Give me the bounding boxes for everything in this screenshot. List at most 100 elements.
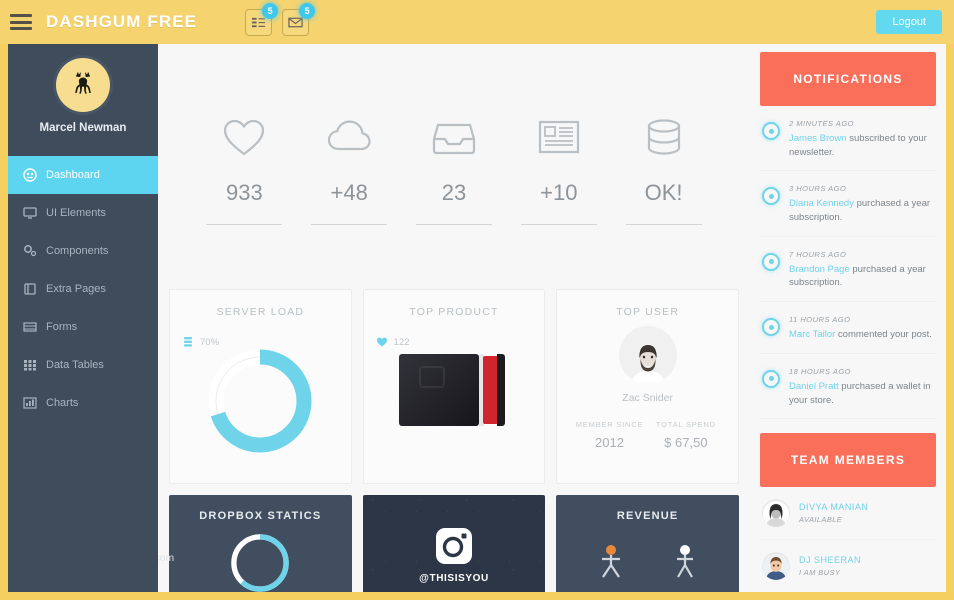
sidebar-item-ui-elements[interactable]: UI Elements [8, 194, 158, 232]
sidebar-item-extra-pages[interactable]: Extra Pages [8, 270, 158, 308]
notification-item[interactable]: 18 HOURS AGO Daniel Pratt purchased a wa… [760, 354, 936, 420]
mail-button[interactable]: 5 [282, 2, 316, 36]
stat-divider [311, 224, 388, 225]
stat-divider [206, 224, 283, 225]
member-since: MEMBER SINCE 2012 [571, 420, 647, 450]
avatar [762, 499, 790, 528]
panels-row: SERVER LOAD 70% TOP PRODUCT 122 TOP USER… [158, 289, 750, 484]
sidebar-item-dashboard[interactable]: Dashboard [8, 156, 158, 194]
product-image [399, 354, 509, 426]
monitor-icon [22, 206, 37, 221]
notification-author[interactable]: Brandon Page [789, 264, 850, 275]
wallet-embossing [419, 366, 445, 388]
top-product-likes: 122 [393, 336, 410, 348]
sidebar-item-forms[interactable]: Forms [8, 308, 158, 346]
main-content: www.heritagechristiancollege.com 933 +48 [158, 44, 750, 592]
sidebar-nav: Dashboard UI Elements Components Extra P… [8, 156, 158, 422]
revenue-illustration [556, 544, 739, 578]
stat-divider [415, 224, 492, 225]
sidebar-item-label: UI Elements [46, 207, 106, 219]
dropbox-donut [231, 534, 290, 592]
gears-icon [22, 244, 37, 259]
notification-time: 2 MINUTES AGO [789, 119, 854, 128]
team-member-name: DJ SHEERAN [799, 555, 862, 566]
notification-item[interactable]: 11 HOURS AGO Marc Tailor commented your … [760, 302, 936, 354]
app-frame: DASHGUM FREE 5 5 Logout Marcel Newman Da… [0, 0, 954, 600]
notification-author[interactable]: Marc Tailor [789, 329, 835, 340]
brand-title: DASHGUM FREE [46, 12, 198, 31]
notification-body: commented your post. [835, 329, 932, 341]
team-members-header: TEAM MEMBERS [760, 433, 936, 488]
instagram-handle: @THISISYOU [419, 573, 489, 584]
team-member-info: DJ SHEERAN I AM BUSY [799, 555, 861, 577]
team-member-item[interactable]: DJ SHEERAN I AM BUSY [760, 540, 936, 592]
top-user-avatar [618, 326, 677, 384]
panel-title: REVENUE [616, 510, 679, 522]
top-product-meta: 122 [364, 318, 545, 348]
hamburger-icon[interactable] [10, 14, 32, 30]
stat-value: 933 [226, 180, 263, 205]
server-load-donut [170, 342, 351, 460]
newspaper-icon [509, 108, 609, 166]
team-member-item[interactable]: DIVYA MANIAN AVAILABLE [760, 487, 936, 541]
sidebar-item-components[interactable]: Components [8, 232, 158, 270]
sidebar-item-charts[interactable]: Charts [8, 384, 158, 422]
tasks-button[interactable]: 5 [245, 2, 279, 36]
notification-author[interactable]: Diana Kennedy [789, 198, 854, 209]
sidebar-item-data-tables[interactable]: Data Tables [8, 346, 158, 384]
forms-icon [22, 320, 37, 335]
user-photo [624, 338, 671, 384]
notification-bullet-icon [762, 318, 780, 337]
stat-cloud: +48 [299, 108, 399, 225]
grid-icon [22, 358, 37, 373]
total-spend: TOTAL SPEND $ 67,50 [648, 420, 724, 450]
notification-item[interactable]: 2 MINUTES AGO James Brown subscribed to … [760, 106, 936, 172]
top-user-name: Zac Snider [622, 392, 674, 404]
notification-time: 18 HOURS AGO [789, 366, 851, 376]
notification-bullet-icon [762, 369, 780, 388]
total-spend-value: $ 67,50 [664, 435, 708, 450]
notification-author[interactable]: James Brown [789, 133, 847, 144]
stat-value: +10 [540, 180, 578, 205]
notification-time: 3 HOURS AGO [789, 184, 847, 194]
dropbox-statics-panel: DROPBOX STATICS [169, 495, 352, 592]
chart-icon [22, 396, 37, 411]
notification-author[interactable]: Daniel Pratt [789, 381, 839, 392]
notification-text: 2 MINUTES AGO James Brown subscribed to … [789, 119, 934, 159]
team-member-name: DIVYA MANIAN [799, 502, 869, 513]
heart-icon [194, 108, 294, 166]
panels-row-bottom: DROPBOX STATICS @THISISYOU REVENUE [158, 484, 750, 592]
notification-item[interactable]: 3 HOURS AGO Diana Kennedy purchased a ye… [760, 171, 936, 237]
sidebar-item-label: Charts [46, 397, 79, 409]
panel-title: SERVER LOAD [216, 306, 305, 318]
database-icon [614, 108, 714, 166]
stat-divider [520, 224, 597, 225]
server-load-panel: SERVER LOAD 70% [169, 289, 352, 484]
wallet-body [399, 354, 479, 426]
stat-database: OK! [614, 108, 714, 225]
notification-text: 3 HOURS AGO Diana Kennedy purchased a ye… [789, 184, 934, 224]
sidebar-item-label: Components [46, 245, 109, 257]
notification-bullet-icon [762, 187, 780, 206]
sidebar-item-label: Dashboard [46, 169, 100, 181]
notification-item[interactable]: 7 HOURS AGO Brandon Page purchased a yea… [760, 237, 936, 303]
sidebar: Marcel Newman Dashboard UI Elements Comp… [8, 44, 158, 592]
panel-title: TOP PRODUCT [409, 306, 499, 318]
topbar-icons: 5 5 [245, 2, 316, 36]
logout-button[interactable]: Logout [876, 10, 942, 34]
wallet-red-stripe [483, 356, 498, 424]
wallet-right-panel [497, 354, 505, 426]
notification-bullet-icon [762, 252, 780, 271]
right-sidebar: NOTIFICATIONS 2 MINUTES AGO James Brown … [750, 44, 946, 592]
total-spend-label: TOTAL SPEND [655, 420, 716, 429]
notification-text: 7 HOURS AGO Brandon Page purchased a yea… [789, 250, 934, 290]
avatar[interactable] [56, 58, 110, 112]
book-icon [22, 282, 37, 297]
sidebar-user-name: Marcel Newman [39, 122, 127, 134]
sidebar-item-label: Forms [46, 321, 78, 333]
sidebar-item-label: Extra Pages [46, 283, 106, 295]
stat-value: +48 [330, 180, 368, 205]
member-since-value: 2012 [595, 435, 624, 450]
top-bar: DASHGUM FREE 5 5 Logout [0, 0, 954, 44]
stats-row: 933 +48 23 +10 OK! [158, 44, 750, 289]
